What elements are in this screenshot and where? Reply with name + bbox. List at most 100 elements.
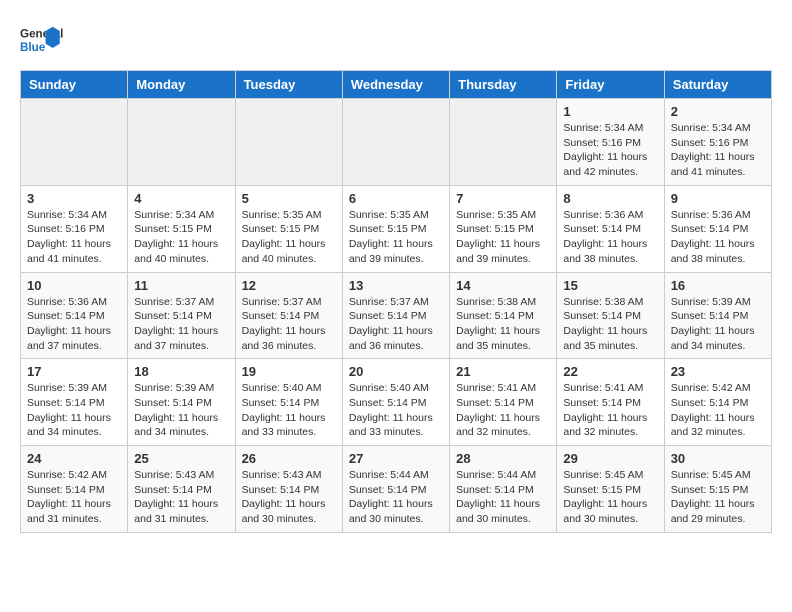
cell-w1-d6: 2 Sunrise: 5:34 AM Sunset: 5:16 PM Daylig… bbox=[664, 99, 771, 186]
day-number: 6 bbox=[349, 191, 443, 206]
day-number: 18 bbox=[134, 364, 228, 379]
day-info: Sunrise: 5:42 AM Sunset: 5:14 PM Dayligh… bbox=[671, 381, 765, 440]
day-number: 21 bbox=[456, 364, 550, 379]
day-number: 15 bbox=[563, 278, 657, 293]
day-number: 12 bbox=[242, 278, 336, 293]
day-number: 11 bbox=[134, 278, 228, 293]
week-row-3: 10 Sunrise: 5:36 AM Sunset: 5:14 PM Dayli… bbox=[21, 272, 772, 359]
week-row-1: 1 Sunrise: 5:34 AM Sunset: 5:16 PM Daylig… bbox=[21, 99, 772, 186]
day-info: Sunrise: 5:41 AM Sunset: 5:14 PM Dayligh… bbox=[563, 381, 657, 440]
logo-svg: General Blue bbox=[20, 20, 70, 60]
day-info: Sunrise: 5:35 AM Sunset: 5:15 PM Dayligh… bbox=[242, 208, 336, 267]
day-number: 20 bbox=[349, 364, 443, 379]
cell-w4-d1: 18 Sunrise: 5:39 AM Sunset: 5:14 PM Dayli… bbox=[128, 359, 235, 446]
cell-w2-d2: 5 Sunrise: 5:35 AM Sunset: 5:15 PM Daylig… bbox=[235, 185, 342, 272]
header-monday: Monday bbox=[128, 71, 235, 99]
day-info: Sunrise: 5:36 AM Sunset: 5:14 PM Dayligh… bbox=[27, 295, 121, 354]
calendar-table: SundayMondayTuesdayWednesdayThursdayFrid… bbox=[20, 70, 772, 533]
day-number: 22 bbox=[563, 364, 657, 379]
cell-w3-d6: 16 Sunrise: 5:39 AM Sunset: 5:14 PM Dayli… bbox=[664, 272, 771, 359]
cell-w5-d0: 24 Sunrise: 5:42 AM Sunset: 5:14 PM Dayli… bbox=[21, 446, 128, 533]
day-info: Sunrise: 5:44 AM Sunset: 5:14 PM Dayligh… bbox=[456, 468, 550, 527]
day-info: Sunrise: 5:42 AM Sunset: 5:14 PM Dayligh… bbox=[27, 468, 121, 527]
cell-w1-d2 bbox=[235, 99, 342, 186]
day-number: 19 bbox=[242, 364, 336, 379]
day-number: 30 bbox=[671, 451, 765, 466]
cell-w4-d2: 19Sunrise: 5:40 AM Sunset: 5:14 PM Dayli… bbox=[235, 359, 342, 446]
day-number: 1 bbox=[563, 104, 657, 119]
cell-w5-d4: 28 Sunrise: 5:44 AM Sunset: 5:14 PM Dayli… bbox=[450, 446, 557, 533]
cell-w4-d5: 22 Sunrise: 5:41 AM Sunset: 5:14 PM Dayli… bbox=[557, 359, 664, 446]
header-tuesday: Tuesday bbox=[235, 71, 342, 99]
day-number: 24 bbox=[27, 451, 121, 466]
cell-w2-d3: 6 Sunrise: 5:35 AM Sunset: 5:15 PM Daylig… bbox=[342, 185, 449, 272]
day-number: 5 bbox=[242, 191, 336, 206]
cell-w1-d0 bbox=[21, 99, 128, 186]
day-info: Sunrise: 5:39 AM Sunset: 5:14 PM Dayligh… bbox=[671, 295, 765, 354]
day-number: 25 bbox=[134, 451, 228, 466]
week-row-4: 17 Sunrise: 5:39 AM Sunset: 5:14 PM Dayli… bbox=[21, 359, 772, 446]
day-info: Sunrise: 5:37 AM Sunset: 5:14 PM Dayligh… bbox=[349, 295, 443, 354]
week-row-5: 24 Sunrise: 5:42 AM Sunset: 5:14 PM Dayli… bbox=[21, 446, 772, 533]
header-wednesday: Wednesday bbox=[342, 71, 449, 99]
day-info: Sunrise: 5:41 AM Sunset: 5:14 PM Dayligh… bbox=[456, 381, 550, 440]
cell-w1-d5: 1 Sunrise: 5:34 AM Sunset: 5:16 PM Daylig… bbox=[557, 99, 664, 186]
day-info: Sunrise: 5:37 AM Sunset: 5:14 PM Dayligh… bbox=[134, 295, 228, 354]
day-info: Sunrise: 5:45 AM Sunset: 5:15 PM Dayligh… bbox=[563, 468, 657, 527]
day-info: Sunrise: 5:39 AM Sunset: 5:14 PM Dayligh… bbox=[27, 381, 121, 440]
day-info: Sunrise: 5:34 AM Sunset: 5:16 PM Dayligh… bbox=[563, 121, 657, 180]
cell-w5-d1: 25 Sunrise: 5:43 AM Sunset: 5:14 PM Dayli… bbox=[128, 446, 235, 533]
day-number: 29 bbox=[563, 451, 657, 466]
day-info: Sunrise: 5:36 AM Sunset: 5:14 PM Dayligh… bbox=[563, 208, 657, 267]
header: General Blue bbox=[20, 20, 772, 60]
day-info: Sunrise: 5:44 AM Sunset: 5:14 PM Dayligh… bbox=[349, 468, 443, 527]
day-info: Sunrise: 5:38 AM Sunset: 5:14 PM Dayligh… bbox=[456, 295, 550, 354]
day-number: 14 bbox=[456, 278, 550, 293]
day-info: Sunrise: 5:34 AM Sunset: 5:16 PM Dayligh… bbox=[27, 208, 121, 267]
cell-w4-d4: 21 Sunrise: 5:41 AM Sunset: 5:14 PM Dayli… bbox=[450, 359, 557, 446]
day-number: 16 bbox=[671, 278, 765, 293]
day-number: 8 bbox=[563, 191, 657, 206]
cell-w5-d3: 27 Sunrise: 5:44 AM Sunset: 5:14 PM Dayli… bbox=[342, 446, 449, 533]
cell-w2-d0: 3 Sunrise: 5:34 AM Sunset: 5:16 PM Daylig… bbox=[21, 185, 128, 272]
day-number: 2 bbox=[671, 104, 765, 119]
cell-w1-d1 bbox=[128, 99, 235, 186]
cell-w3-d4: 14 Sunrise: 5:38 AM Sunset: 5:14 PM Dayli… bbox=[450, 272, 557, 359]
cell-w2-d1: 4Sunrise: 5:34 AM Sunset: 5:15 PM Daylig… bbox=[128, 185, 235, 272]
header-saturday: Saturday bbox=[664, 71, 771, 99]
cell-w5-d2: 26Sunrise: 5:43 AM Sunset: 5:14 PM Dayli… bbox=[235, 446, 342, 533]
svg-text:Blue: Blue bbox=[20, 41, 46, 54]
week-row-2: 3 Sunrise: 5:34 AM Sunset: 5:16 PM Daylig… bbox=[21, 185, 772, 272]
day-info: Sunrise: 5:40 AM Sunset: 5:14 PM Dayligh… bbox=[349, 381, 443, 440]
day-info: Sunrise: 5:34 AM Sunset: 5:16 PM Dayligh… bbox=[671, 121, 765, 180]
day-number: 17 bbox=[27, 364, 121, 379]
day-info: Sunrise: 5:35 AM Sunset: 5:15 PM Dayligh… bbox=[456, 208, 550, 267]
cell-w3-d3: 13Sunrise: 5:37 AM Sunset: 5:14 PM Dayli… bbox=[342, 272, 449, 359]
day-info: Sunrise: 5:34 AM Sunset: 5:15 PM Dayligh… bbox=[134, 208, 228, 267]
cell-w3-d5: 15 Sunrise: 5:38 AM Sunset: 5:14 PM Dayli… bbox=[557, 272, 664, 359]
day-info: Sunrise: 5:35 AM Sunset: 5:15 PM Dayligh… bbox=[349, 208, 443, 267]
day-number: 28 bbox=[456, 451, 550, 466]
cell-w5-d6: 30 Sunrise: 5:45 AM Sunset: 5:15 PM Dayli… bbox=[664, 446, 771, 533]
day-info: Sunrise: 5:37 AM Sunset: 5:14 PM Dayligh… bbox=[242, 295, 336, 354]
calendar-header-row: SundayMondayTuesdayWednesdayThursdayFrid… bbox=[21, 71, 772, 99]
day-info: Sunrise: 5:43 AM Sunset: 5:14 PM Dayligh… bbox=[134, 468, 228, 527]
day-info: Sunrise: 5:39 AM Sunset: 5:14 PM Dayligh… bbox=[134, 381, 228, 440]
cell-w3-d0: 10 Sunrise: 5:36 AM Sunset: 5:14 PM Dayli… bbox=[21, 272, 128, 359]
day-info: Sunrise: 5:38 AM Sunset: 5:14 PM Dayligh… bbox=[563, 295, 657, 354]
header-sunday: Sunday bbox=[21, 71, 128, 99]
header-thursday: Thursday bbox=[450, 71, 557, 99]
day-number: 27 bbox=[349, 451, 443, 466]
header-friday: Friday bbox=[557, 71, 664, 99]
cell-w2-d6: 9Sunrise: 5:36 AM Sunset: 5:14 PM Daylig… bbox=[664, 185, 771, 272]
day-number: 10 bbox=[27, 278, 121, 293]
cell-w2-d5: 8 Sunrise: 5:36 AM Sunset: 5:14 PM Daylig… bbox=[557, 185, 664, 272]
day-number: 3 bbox=[27, 191, 121, 206]
cell-w3-d1: 11 Sunrise: 5:37 AM Sunset: 5:14 PM Dayli… bbox=[128, 272, 235, 359]
cell-w1-d4 bbox=[450, 99, 557, 186]
cell-w4-d3: 20 Sunrise: 5:40 AM Sunset: 5:14 PM Dayli… bbox=[342, 359, 449, 446]
day-number: 9 bbox=[671, 191, 765, 206]
cell-w5-d5: 29 Sunrise: 5:45 AM Sunset: 5:15 PM Dayli… bbox=[557, 446, 664, 533]
day-info: Sunrise: 5:45 AM Sunset: 5:15 PM Dayligh… bbox=[671, 468, 765, 527]
cell-w3-d2: 12 Sunrise: 5:37 AM Sunset: 5:14 PM Dayli… bbox=[235, 272, 342, 359]
